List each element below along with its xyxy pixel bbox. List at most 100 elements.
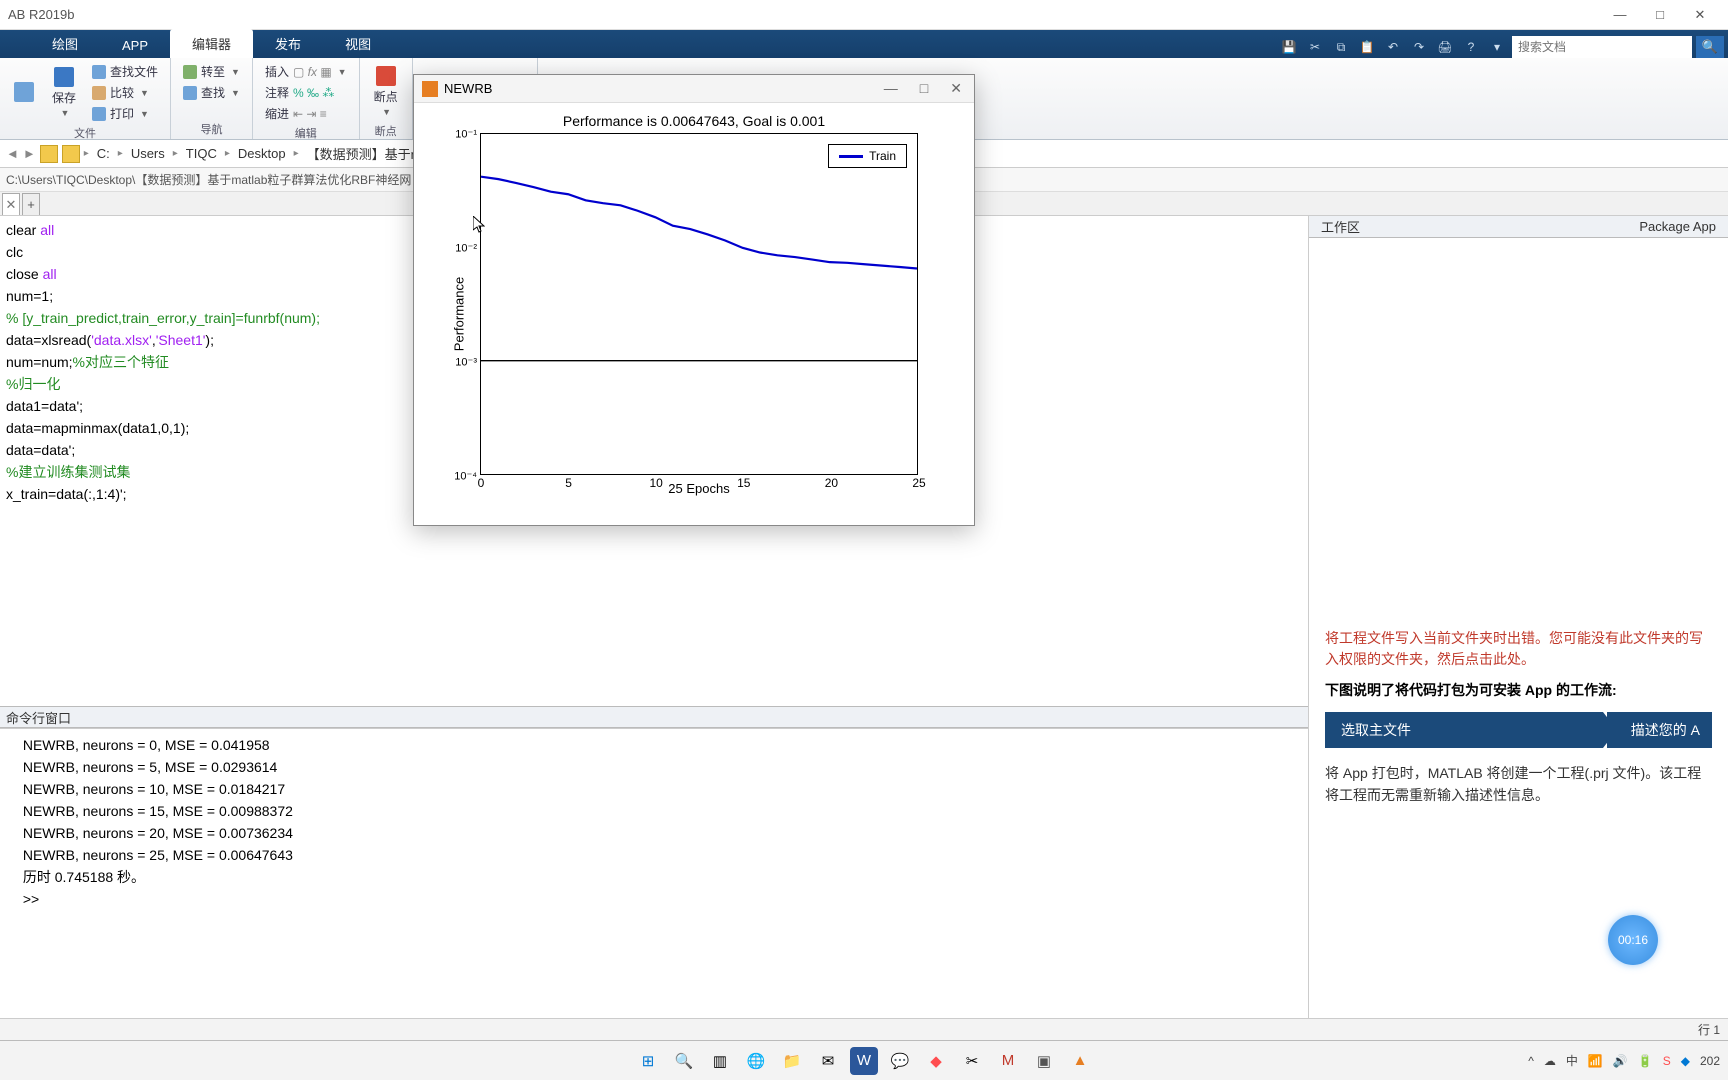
workflow-description: 将 App 打包时，MATLAB 将创建一个工程(.prj 文件)。该工程将工程… xyxy=(1325,762,1712,807)
app-icon[interactable]: ◆ xyxy=(922,1047,950,1075)
search-docs-input[interactable] xyxy=(1512,36,1692,58)
breadcrumb[interactable]: C: xyxy=(93,144,114,163)
ytick-label: 10⁻¹ xyxy=(433,128,481,141)
tray-onedrive-icon[interactable]: ☁ xyxy=(1544,1054,1556,1068)
tab-package-app[interactable]: Package App xyxy=(1627,217,1728,236)
close-tab-button[interactable]: ✕ xyxy=(2,193,20,215)
new-tab-button[interactable]: + xyxy=(22,193,40,215)
save-button[interactable]: 保存▼ xyxy=(46,62,82,123)
legend-label: Train xyxy=(869,149,896,163)
figure-axes: Performance is 0.00647643, Goal is 0.001… xyxy=(414,103,974,525)
search-button[interactable]: 🔍 xyxy=(1696,36,1724,58)
tab-plots[interactable]: 绘图 xyxy=(30,29,100,58)
word-icon[interactable]: W xyxy=(850,1047,878,1075)
wechat-icon[interactable]: 💬 xyxy=(886,1047,914,1075)
tab-editor[interactable]: 编辑器 xyxy=(170,29,253,58)
command-window-title: 命令行窗口 xyxy=(0,706,1308,728)
recording-timer-badge: 00:16 xyxy=(1608,915,1658,965)
breakpoints-button[interactable]: 断点▼ xyxy=(368,62,404,121)
comment-button[interactable]: 注释 % ‰ ⁂ xyxy=(261,83,351,102)
goto-button[interactable]: 转至▼ xyxy=(179,62,244,81)
print-button[interactable]: 打印▼ xyxy=(88,104,162,123)
ytick-label: 10⁻⁴ xyxy=(433,470,481,483)
matlab-icon[interactable]: ▲ xyxy=(1066,1047,1094,1075)
tab-view[interactable]: 视图 xyxy=(323,29,393,58)
find-button[interactable]: 查找▼ xyxy=(179,83,244,102)
chart-title: Performance is 0.00647643, Goal is 0.001 xyxy=(428,113,960,129)
plot-area: Train 10⁻⁴10⁻³10⁻²10⁻¹ 0510152025 xyxy=(480,133,918,475)
indent-button[interactable]: 缩进 ⇤ ⇥ ≡ xyxy=(261,104,351,123)
help-icon[interactable]: ? xyxy=(1460,36,1482,58)
legend-swatch xyxy=(839,155,863,158)
folder-icon[interactable] xyxy=(62,145,80,163)
forward-icon[interactable]: ► xyxy=(23,146,36,161)
figure-minimize-icon[interactable]: — xyxy=(880,80,902,97)
edge-icon[interactable]: 🌐 xyxy=(742,1047,770,1075)
dropdown-icon[interactable]: ▾ xyxy=(1486,36,1508,58)
step-select-main[interactable]: 选取主文件 xyxy=(1325,712,1603,748)
step-describe-app[interactable]: 描述您的 A xyxy=(1607,712,1712,748)
status-bar: 行 1 xyxy=(0,1018,1728,1040)
tab-apps[interactable]: APP xyxy=(100,33,170,58)
insert-button[interactable]: 插入 ▢ fx ▦▼ xyxy=(261,62,351,81)
figure-titlebar[interactable]: NEWRB — □ ✕ xyxy=(414,75,974,103)
xtick-label: 20 xyxy=(825,474,838,490)
undo-icon[interactable]: ↶ xyxy=(1382,36,1404,58)
tray-wifi-icon[interactable]: 📶 xyxy=(1588,1054,1603,1068)
chart-legend: Train xyxy=(828,144,907,168)
snip-icon[interactable]: ✂ xyxy=(958,1047,986,1075)
tray-app-icon[interactable]: ◆ xyxy=(1681,1054,1690,1068)
app-icon[interactable]: M xyxy=(994,1047,1022,1075)
ytick-label: 10⁻³ xyxy=(433,356,481,369)
ytick-label: 10⁻² xyxy=(433,242,481,255)
explorer-icon[interactable]: 📁 xyxy=(778,1047,806,1075)
xtick-label: 25 xyxy=(912,474,925,490)
copy-icon[interactable]: ⧉ xyxy=(1330,36,1352,58)
tray-app-icon[interactable]: S xyxy=(1663,1054,1671,1068)
figure-window[interactable]: NEWRB — □ ✕ Performance is 0.00647643, G… xyxy=(413,74,975,526)
tray-ime-icon[interactable]: 中 xyxy=(1566,1052,1578,1069)
figure-close-icon[interactable]: ✕ xyxy=(946,80,966,97)
window-maximize-icon[interactable]: □ xyxy=(1640,7,1680,22)
group-bp-label: 断点 xyxy=(368,123,404,139)
window-close-icon[interactable]: ✕ xyxy=(1680,7,1720,23)
xtick-label: 15 xyxy=(737,474,750,490)
right-panel-tabs: 工作区 Package App xyxy=(1309,216,1728,238)
paste-icon[interactable]: 📋 xyxy=(1356,36,1378,58)
print-icon[interactable]: 🖨 xyxy=(1434,36,1456,58)
cursor-position: 行 1 xyxy=(1698,1021,1720,1038)
figure-title: NEWRB xyxy=(444,81,492,96)
compare-button[interactable]: 比较▼ xyxy=(88,83,162,102)
workflow-heading: 下图说明了将代码打包为可安装 App 的工作流: xyxy=(1325,680,1712,700)
app-icon[interactable]: ▣ xyxy=(1030,1047,1058,1075)
cut-icon[interactable]: ✂ xyxy=(1304,36,1326,58)
tab-publish[interactable]: 发布 xyxy=(253,29,323,58)
tray-chevron-icon[interactable]: ^ xyxy=(1528,1054,1534,1068)
breadcrumb[interactable]: Desktop xyxy=(234,144,290,163)
tray-clock[interactable]: 202 xyxy=(1700,1054,1720,1068)
taskview-icon[interactable]: ▥ xyxy=(706,1047,734,1075)
back-icon[interactable]: ◄ xyxy=(6,146,19,161)
tray-volume-icon[interactable]: 🔊 xyxy=(1613,1054,1628,1068)
tab-workspace[interactable]: 工作区 xyxy=(1309,215,1372,238)
windows-taskbar: ⊞ 🔍 ▥ 🌐 📁 ✉ W 💬 ◆ ✂ M ▣ ▲ ^ ☁ 中 📶 🔊 🔋 S … xyxy=(0,1040,1728,1080)
xtick-label: 5 xyxy=(565,474,572,490)
breadcrumb[interactable]: TIQC xyxy=(182,144,221,163)
chart-ylabel: Performance xyxy=(452,277,467,351)
search-icon[interactable]: 🔍 xyxy=(670,1047,698,1075)
tray-battery-icon[interactable]: 🔋 xyxy=(1638,1054,1653,1068)
start-icon[interactable]: ⊞ xyxy=(634,1047,662,1075)
app-title: AB R2019b xyxy=(8,7,75,22)
window-minimize-icon[interactable]: — xyxy=(1600,7,1640,22)
find-files-button[interactable]: 查找文件 xyxy=(88,62,162,81)
new-button[interactable] xyxy=(8,62,40,123)
figure-maximize-icon[interactable]: □ xyxy=(916,80,932,97)
mouse-cursor-icon xyxy=(473,216,485,234)
breadcrumb[interactable]: Users xyxy=(127,144,169,163)
folder-icon[interactable] xyxy=(40,145,58,163)
group-nav-label: 导航 xyxy=(179,121,244,137)
save-icon[interactable]: 💾 xyxy=(1278,36,1300,58)
redo-icon[interactable]: ↷ xyxy=(1408,36,1430,58)
command-window[interactable]: NEWRB, neurons = 0, MSE = 0.041958 NEWRB… xyxy=(0,728,1308,1018)
mail-icon[interactable]: ✉ xyxy=(814,1047,842,1075)
